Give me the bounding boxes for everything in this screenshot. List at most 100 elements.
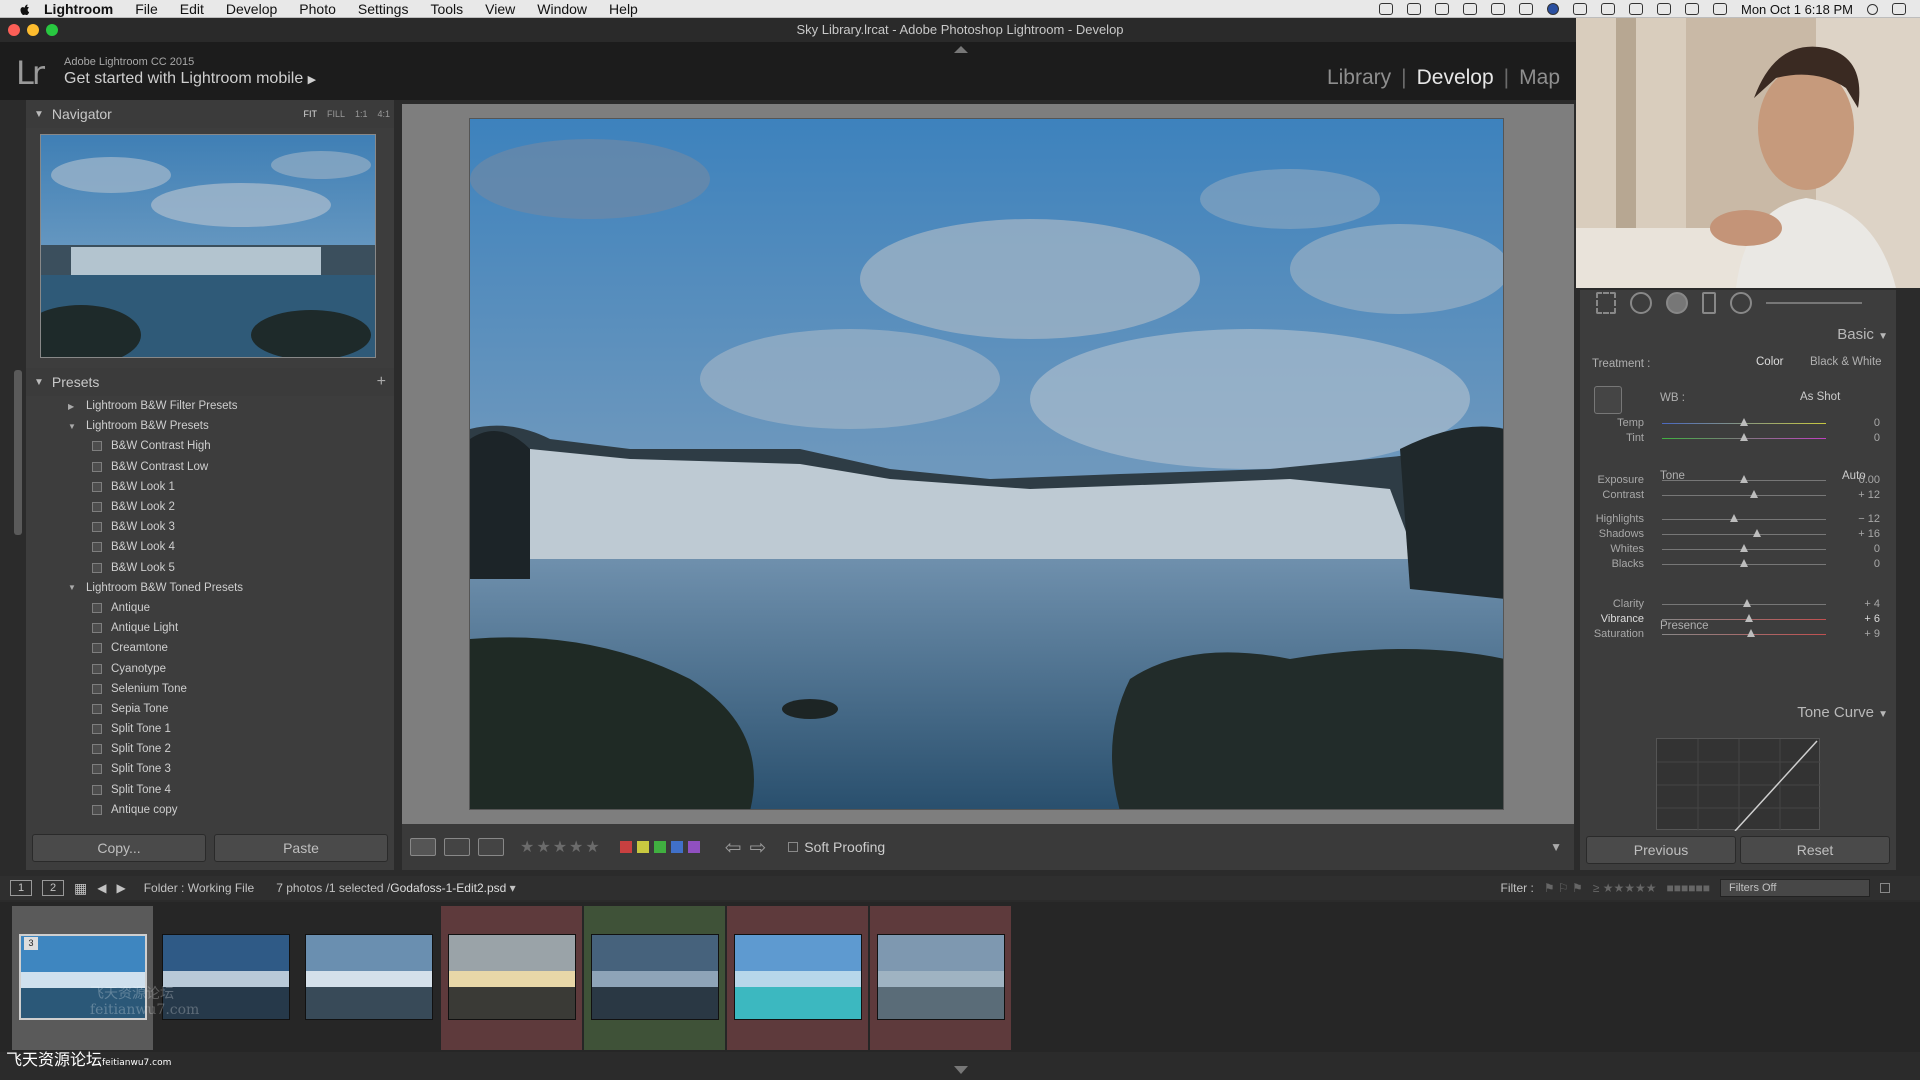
wb-eyedropper-icon[interactable]: [1594, 386, 1622, 414]
list-icon[interactable]: [1892, 3, 1906, 15]
airplay-icon[interactable]: [1573, 3, 1587, 15]
tone-curve-section-header[interactable]: Tone Curve ▼: [1797, 704, 1888, 721]
module-map[interactable]: Map: [1519, 66, 1560, 90]
filmstrip-cell[interactable]: [727, 906, 868, 1050]
preset-item[interactable]: B&W Look 4: [26, 537, 394, 557]
filmstrip-thumbnail[interactable]: [448, 934, 576, 1020]
add-preset-icon[interactable]: +: [377, 373, 386, 391]
zoom-fill[interactable]: FILL: [327, 109, 345, 119]
navigator-preview[interactable]: [40, 134, 376, 358]
gift-icon[interactable]: [1491, 3, 1505, 15]
filter-stars[interactable]: ≥ ★★★★★: [1593, 881, 1657, 895]
slider-value[interactable]: + 6: [1864, 613, 1880, 625]
slider-knob[interactable]: [1747, 629, 1756, 637]
preset-item[interactable]: Split Tone 3: [26, 759, 394, 779]
slider-knob[interactable]: [1740, 559, 1748, 567]
filmstrip-cell[interactable]: [298, 906, 439, 1050]
preset-item[interactable]: Antique: [26, 598, 394, 618]
top-panel-toggle-icon[interactable]: [954, 46, 968, 53]
before-after-icon[interactable]: [444, 838, 470, 856]
slider-track[interactable]: [1662, 519, 1826, 520]
folder-open-triangle-icon[interactable]: ▼: [68, 422, 86, 431]
rating-stars[interactable]: ★★★★★: [520, 837, 602, 857]
slider-saturation[interactable]: Saturation + 9: [1580, 625, 1896, 643]
preset-item[interactable]: Split Tone 2: [26, 739, 394, 759]
slider-value[interactable]: + 9: [1864, 628, 1880, 640]
preset-item[interactable]: Antique Light: [26, 618, 394, 638]
label-red[interactable]: [619, 841, 632, 853]
preset-item[interactable]: Antique copy: [26, 800, 394, 820]
preset-item[interactable]: Creamtone: [26, 638, 394, 658]
folder-open-triangle-icon[interactable]: ▼: [68, 583, 86, 592]
volume-icon[interactable]: [1657, 3, 1671, 15]
spot-removal-icon[interactable]: [1630, 292, 1652, 314]
module-develop[interactable]: Develop: [1417, 66, 1494, 90]
slider-knob[interactable]: [1753, 529, 1762, 537]
slider-knob[interactable]: [1740, 433, 1748, 441]
circle-status-icon[interactable]: [1547, 3, 1559, 15]
filter-lock-icon[interactable]: [1880, 883, 1890, 893]
label-green[interactable]: [653, 841, 666, 853]
radial-filter-icon[interactable]: [1730, 292, 1752, 314]
main-screen-button[interactable]: 1: [10, 880, 32, 896]
source-folder[interactable]: Folder : Working File: [144, 881, 254, 895]
slider-value[interactable]: + 16: [1858, 528, 1880, 540]
back-arrow-icon[interactable]: ◀: [97, 881, 106, 895]
filmstrip-thumbnail[interactable]: [591, 934, 719, 1020]
preset-item[interactable]: Cyanotype: [26, 658, 394, 678]
left-panel-scrollbar[interactable]: [14, 370, 22, 535]
filmstrip-thumbnail[interactable]: [734, 934, 862, 1020]
menu-lightroom[interactable]: Lightroom: [44, 1, 113, 17]
filter-flags[interactable]: ⚑ ⚐ ⚑: [1544, 881, 1583, 895]
wb-dropdown[interactable]: As Shot: [1800, 391, 1840, 403]
preset-item[interactable]: Split Tone 4: [26, 780, 394, 800]
copy-button[interactable]: Copy...: [32, 834, 206, 862]
filmstrip-cell[interactable]: [870, 906, 1011, 1050]
slider-value[interactable]: 0: [1874, 432, 1880, 444]
filters-dropdown[interactable]: Filters Off: [1720, 879, 1870, 897]
mobile-promo[interactable]: Get started with Lightroom mobile ▶: [64, 70, 316, 88]
label-yellow[interactable]: [636, 841, 649, 853]
toolbar-menu-icon[interactable]: ▼: [1550, 840, 1562, 854]
zoom-4-1[interactable]: 4:1: [377, 109, 390, 119]
preset-item[interactable]: B&W Look 1: [26, 477, 394, 497]
slider-value[interactable]: 0: [1874, 543, 1880, 555]
slider-knob[interactable]: [1743, 599, 1752, 607]
filmstrip-thumbnail[interactable]: [877, 934, 1005, 1020]
preset-folder[interactable]: ▼ Lightroom B&W Presets: [26, 416, 394, 436]
sync-icon[interactable]: [1519, 3, 1533, 15]
slider-tint[interactable]: Tint 0: [1580, 429, 1896, 447]
display-icon[interactable]: [1463, 3, 1477, 15]
slider-track[interactable]: [1662, 495, 1826, 496]
preset-folder[interactable]: ▶ Lightroom B&W Filter Presets: [26, 396, 394, 416]
flag-icon[interactable]: [1685, 3, 1699, 15]
grid-view-icon[interactable]: ▦: [74, 880, 87, 897]
slider-value[interactable]: + 12: [1858, 489, 1880, 501]
label-blue[interactable]: [670, 841, 683, 853]
loupe-view-icon[interactable]: [410, 838, 436, 856]
slider-knob[interactable]: [1744, 614, 1753, 622]
slider-knob[interactable]: [1749, 490, 1758, 498]
folder-closed-triangle-icon[interactable]: ▶: [68, 402, 86, 411]
soft-proofing-checkbox[interactable]: [788, 842, 799, 852]
filmstrip-cell[interactable]: [155, 906, 296, 1050]
photo-count[interactable]: 7 photos /1 selected /Godafoss-1-Edit2.p…: [276, 881, 516, 895]
menu-view[interactable]: View: [485, 1, 515, 17]
slider-value[interactable]: + 4: [1864, 598, 1880, 610]
filmstrip-cell[interactable]: [441, 906, 582, 1050]
slider-track[interactable]: [1662, 534, 1826, 535]
treatment-color[interactable]: Color: [1756, 356, 1783, 368]
dropbox-icon[interactable]: [1379, 3, 1393, 15]
clipboard-icon[interactable]: [1435, 3, 1449, 15]
minimize-button[interactable]: [27, 24, 39, 36]
zoom-fit[interactable]: FIT: [303, 109, 317, 119]
image-canvas[interactable]: [402, 104, 1574, 824]
close-button[interactable]: [8, 24, 20, 36]
preset-folder[interactable]: ▼ Lightroom B&W Toned Presets: [26, 578, 394, 598]
paste-button[interactable]: Paste: [214, 834, 388, 862]
label-purple[interactable]: [687, 841, 700, 853]
bottom-panel-toggle-icon[interactable]: [954, 1066, 968, 1074]
brush-slider[interactable]: [1766, 302, 1862, 304]
reset-button[interactable]: Reset: [1740, 836, 1890, 864]
tone-curve-graph[interactable]: [1656, 738, 1821, 832]
